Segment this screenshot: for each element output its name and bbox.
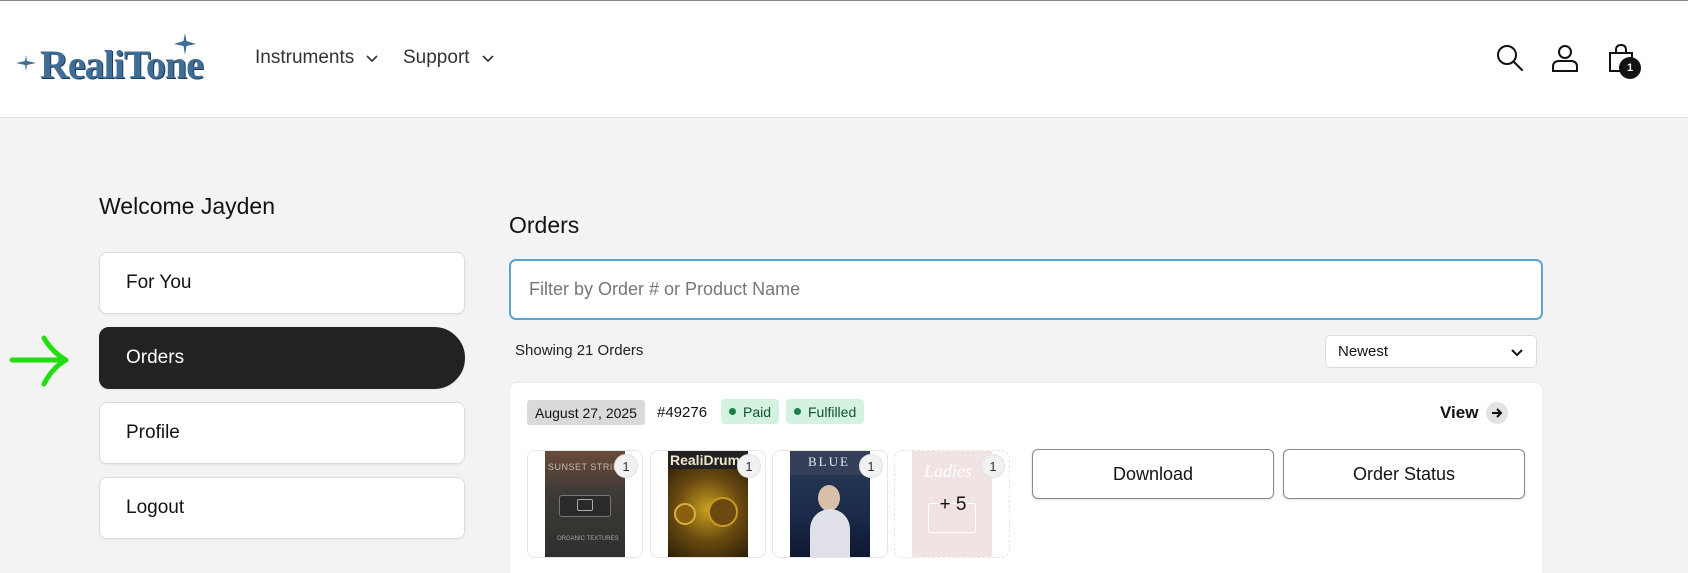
product-thumbnail[interactable]: RealiDrums 1 — [650, 450, 766, 558]
product-subtitle: ORGANIC TEXTURES — [557, 536, 619, 542]
cart-count-badge: 1 — [1619, 57, 1641, 79]
chevron-down-icon — [481, 55, 494, 63]
status-dot — [729, 408, 736, 415]
quantity-badge: 1 — [859, 454, 883, 478]
quantity-badge: 1 — [737, 454, 761, 478]
order-filter-input[interactable] — [509, 259, 1543, 320]
product-image: BLUE — [790, 451, 870, 557]
logo-text: RealiTone — [40, 42, 204, 87]
payment-status-badge: Paid — [721, 399, 780, 424]
product-thumbnail[interactable]: BLUE 1 — [772, 450, 888, 558]
product-image: RealiDrums — [668, 451, 748, 557]
product-title: BLUE — [808, 454, 850, 469]
order-status-button[interactable]: Order Status — [1283, 449, 1525, 499]
welcome-heading: Welcome Jayden — [99, 193, 275, 219]
fulfillment-status-label: Fulfilled — [808, 403, 857, 420]
view-order-link[interactable]: View — [1440, 402, 1509, 424]
status-dot — [794, 408, 801, 415]
nav-label: Instruments — [255, 47, 355, 68]
product-image: SUNSET STRINGS ORGANIC TEXTURES — [545, 451, 625, 557]
order-number[interactable]: #49276 — [657, 404, 707, 421]
product-thumbnail[interactable]: SUNSET STRINGS ORGANIC TEXTURES 1 — [527, 450, 643, 558]
page-title: Orders — [509, 212, 580, 238]
sidebar-item-profile[interactable]: Profile — [99, 402, 465, 464]
chevron-down-icon — [366, 55, 378, 63]
payment-status-label: Paid — [743, 403, 772, 420]
site-header: RealiTone Instruments Support 1 — [0, 0, 1688, 118]
chevron-down-icon — [1511, 348, 1523, 356]
sort-select[interactable]: Newest — [1325, 335, 1537, 368]
quantity-badge: 1 — [614, 454, 638, 478]
nav-label: Support — [403, 47, 470, 68]
sidebar-item-label: For You — [126, 272, 192, 293]
nav-instruments[interactable]: Instruments — [255, 47, 379, 69]
sparkle-icon — [16, 55, 36, 71]
sidebar-item-label: Logout — [126, 497, 185, 518]
order-card: August 27, 2025 #49276 Paid Fulfilled Vi… — [509, 382, 1543, 573]
sidebar-item-orders[interactable]: Orders — [99, 327, 465, 389]
orders-count: Showing 21 Orders — [515, 342, 644, 359]
green-arrow-pointer-icon — [9, 335, 69, 387]
order-date-badge: August 27, 2025 — [527, 400, 645, 425]
nav-support[interactable]: Support — [403, 47, 495, 69]
product-thumbnail[interactable]: Ladies 1 + 5 — [894, 450, 1010, 558]
sidebar-item-label: Profile — [126, 422, 180, 443]
sort-selected-value: Newest — [1338, 343, 1389, 360]
more-products-count[interactable]: + 5 — [895, 451, 1011, 559]
search-icon[interactable] — [1495, 43, 1525, 73]
fulfillment-status-badge: Fulfilled — [786, 399, 865, 424]
realitone-logo[interactable]: RealiTone — [16, 33, 211, 89]
sidebar-item-label: Orders — [126, 347, 185, 368]
download-button[interactable]: Download — [1032, 449, 1274, 499]
account-icon[interactable] — [1550, 43, 1580, 73]
sidebar-item-for-you[interactable]: For You — [99, 252, 465, 314]
arrow-right-icon — [1486, 402, 1509, 424]
view-label: View — [1440, 403, 1479, 422]
sidebar-item-logout[interactable]: Logout — [99, 477, 465, 539]
